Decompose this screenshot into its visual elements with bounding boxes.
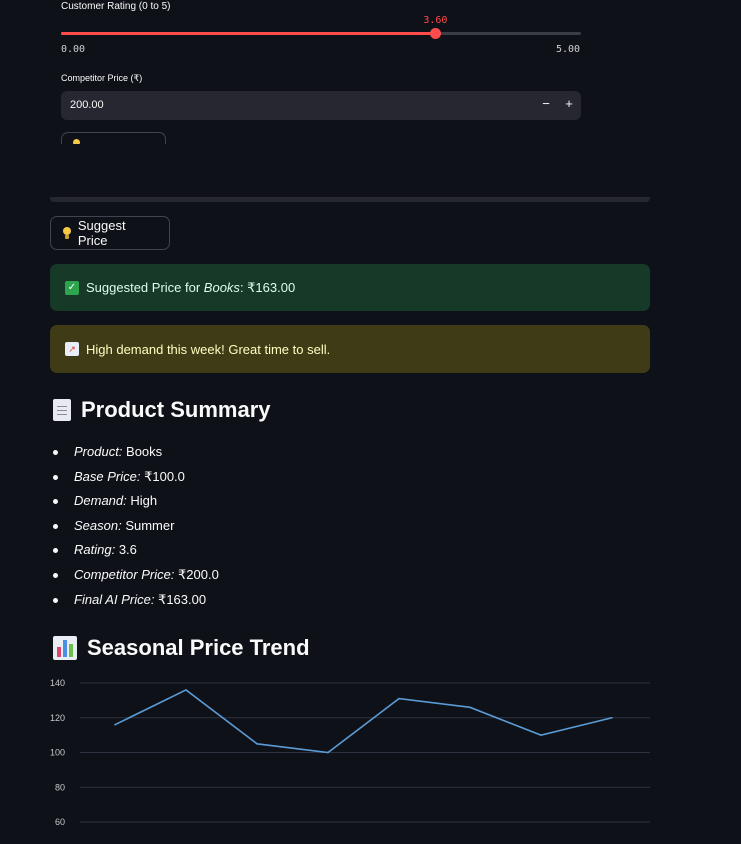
suggest-price-button[interactable]: Suggest Price — [50, 216, 170, 250]
data-point — [327, 751, 329, 754]
y-tick-label: 80 — [55, 782, 65, 792]
list-item: Competitor Price: ₹200.0 — [53, 563, 219, 588]
list-item: Demand: High — [53, 489, 219, 514]
bar-chart-icon — [53, 636, 77, 660]
increment-button[interactable]: + — [561, 96, 577, 111]
seasonal-trend-title: Seasonal Price Trend — [87, 635, 310, 660]
product-summary-heading: Product Summary — [53, 397, 271, 423]
y-tick-label: 140 — [50, 678, 65, 688]
warning-text: High demand this week! Great time to sel… — [86, 341, 331, 357]
seasonal-trend-heading: Seasonal Price Trend — [53, 635, 310, 661]
list-item: Final AI Price: ₹163.00 — [53, 588, 219, 613]
product-summary-title: Product Summary — [81, 397, 271, 422]
data-point — [540, 734, 542, 736]
success-prefix: Suggested Price for — [86, 279, 204, 295]
summary-list: Product: Books Base Price: ₹100.0 Demand… — [50, 440, 219, 612]
competitor-price-label: Competitor Price (₹) — [61, 73, 143, 83]
success-alert: ✓ Suggested Price for Books: ₹163.00 — [50, 264, 650, 311]
list-item: Product: Books — [53, 440, 219, 465]
data-point — [256, 743, 258, 745]
rating-slider-thumb[interactable] — [430, 28, 442, 39]
success-suffix: : ₹163.00 — [239, 279, 296, 295]
y-tick-label: 120 — [50, 713, 65, 723]
rating-min: 0.00 — [61, 44, 86, 55]
y-tick-label: 60 — [55, 817, 65, 827]
check-box-icon: ✓ — [65, 280, 79, 295]
rating-slider[interactable] — [61, 28, 581, 39]
decrement-button[interactable]: − — [538, 96, 554, 111]
data-point — [611, 716, 613, 719]
y-tick-label: 100 — [50, 748, 65, 758]
chart-increasing-icon: ↗ — [65, 342, 79, 356]
rating-slider-fill — [61, 32, 436, 35]
rating-label: Customer Rating (0 to 5) — [61, 1, 171, 12]
rating-value: 3.60 — [423, 15, 448, 26]
data-point — [398, 697, 400, 700]
series-line — [114, 689, 613, 754]
suggest-price-label: Suggest Price — [77, 218, 126, 248]
list-item: Rating: 3.6 — [53, 538, 219, 563]
competitor-price-value[interactable]: 200.00 — [70, 99, 104, 111]
lightbulb-icon — [62, 226, 72, 240]
rating-max: 5.00 — [556, 44, 581, 55]
seasonal-price-chart: 140 120 100 80 60 — [50, 678, 650, 827]
container-bottom-border — [50, 197, 650, 202]
list-item: Base Price: ₹100.0 — [53, 465, 219, 490]
data-point — [469, 706, 471, 709]
data-point — [185, 689, 187, 691]
success-product: Books — [203, 279, 240, 295]
clipped-suggest-button[interactable] — [61, 132, 166, 144]
page-icon — [53, 399, 71, 421]
data-point — [114, 723, 116, 726]
list-item: Season: Summer — [53, 514, 219, 539]
competitor-price-input[interactable]: 200.00 − + — [61, 91, 581, 120]
warning-alert: ↗ High demand this week! Great time to s… — [50, 325, 650, 373]
lightbulb-icon — [73, 139, 80, 144]
